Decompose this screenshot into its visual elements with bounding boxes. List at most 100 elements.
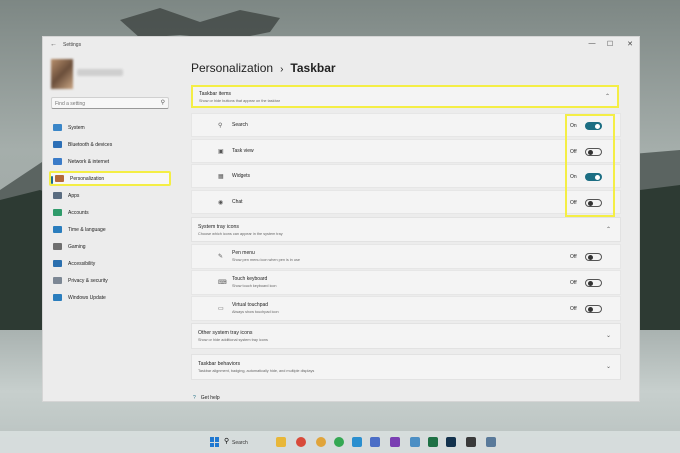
- close-button[interactable]: ✕: [625, 40, 635, 48]
- start-tile: [210, 437, 214, 442]
- chrome-icon-3[interactable]: [334, 437, 344, 447]
- section-subtitle: Choose which icons can appear in the sys…: [198, 232, 283, 236]
- sidebar-item-personalization[interactable]: Personalization: [49, 171, 171, 186]
- taskbar-behaviors-header[interactable]: Taskbar behaviors Taskbar alignment, bad…: [191, 354, 621, 380]
- wifi-icon: [53, 158, 62, 165]
- sidebar-item-accessibility[interactable]: Accessibility: [49, 256, 171, 271]
- pen-menu-icon: ✎: [218, 254, 224, 260]
- chrome-icon[interactable]: [296, 437, 306, 447]
- sidebar-item-bluetooth-devices[interactable]: Bluetooth & devices: [49, 137, 171, 152]
- toggle-knob: [588, 255, 593, 260]
- file-explorer-icon[interactable]: [276, 437, 286, 447]
- photoshop-icon[interactable]: [446, 437, 456, 447]
- taskbar-items-header[interactable]: Taskbar items Show or hide buttons that …: [191, 85, 619, 108]
- search-icon[interactable]: ⚲: [161, 99, 165, 106]
- taskbar-item-row-task-view: ▣ Task view Off: [191, 138, 621, 163]
- sidebar-item-label: Personalization: [70, 175, 105, 182]
- toggles-highlight: [565, 114, 615, 217]
- toggle-switch[interactable]: [585, 253, 602, 261]
- clock-globe-icon: [53, 226, 62, 233]
- toggle-switch[interactable]: [585, 279, 602, 287]
- shield-icon: [53, 277, 62, 284]
- section-subtitle: Show or hide additional system tray icon…: [198, 338, 268, 342]
- system-tray-header[interactable]: System tray icons Choose which icons can…: [191, 217, 621, 242]
- sidebar-item-privacy-security[interactable]: Privacy & security: [49, 273, 171, 288]
- taskbar-item-row-widgets: ▦ Widgets On: [191, 164, 621, 188]
- breadcrumb-separator: ›: [280, 64, 284, 75]
- sidebar-item-gaming[interactable]: Gaming: [49, 239, 171, 254]
- update-icon: [53, 294, 62, 301]
- section-subtitle: Taskbar alignment, badging, automaticall…: [198, 369, 315, 373]
- find-setting-search[interactable]: ⚲: [51, 97, 169, 109]
- sidebar-item-apps[interactable]: Apps: [49, 188, 171, 203]
- sidebar-item-label: Privacy & security: [68, 277, 108, 284]
- search-icon: ⚲: [218, 123, 223, 129]
- notepad-icon[interactable]: [410, 437, 420, 447]
- terminal-icon[interactable]: [466, 437, 476, 447]
- sidebar-item-time-language[interactable]: Time & language: [49, 222, 171, 237]
- chevron-up-icon[interactable]: ⌃: [605, 93, 610, 100]
- get-help-label: Get help: [200, 395, 220, 401]
- chevron-down-icon[interactable]: ⌄: [606, 332, 611, 339]
- minimize-button[interactable]: —: [587, 40, 597, 47]
- tray-row-virtual-touchpad: ▭ Virtual touchpad Always show touchpad ic…: [191, 296, 621, 321]
- system-icon: [53, 124, 62, 131]
- section-subtitle: Show or hide buttons that appear on the …: [199, 99, 281, 103]
- bluetooth-icon: [53, 141, 62, 148]
- section-title: Other system tray icons: [198, 330, 253, 336]
- photos-icon[interactable]: [370, 437, 380, 447]
- toggle-knob: [588, 281, 593, 286]
- sidebar-item-accounts[interactable]: Accounts: [49, 205, 171, 220]
- get-help-link[interactable]: ? Get help: [193, 395, 220, 401]
- row-description: Show pen menu icon when pen is in use: [232, 258, 300, 262]
- row-label: Search: [232, 122, 248, 128]
- onenote-icon[interactable]: [390, 437, 400, 447]
- toggle-knob: [588, 307, 593, 312]
- page-title: Taskbar: [290, 61, 336, 75]
- apps-icon: [53, 192, 62, 199]
- breadcrumb-parent[interactable]: Personalization: [191, 61, 273, 75]
- help-icon: ?: [193, 395, 196, 401]
- os-taskbar: ⚲ Search: [0, 431, 680, 453]
- search-input[interactable]: [55, 99, 155, 108]
- chevron-up-icon[interactable]: ⌃: [606, 226, 611, 233]
- taskbar-item-row-search: ⚲ Search On: [191, 113, 621, 137]
- taskbar-item-row-chat: ◉ Chat Off: [191, 189, 621, 214]
- breadcrumb: Personalization › Taskbar: [191, 61, 336, 75]
- active-indicator: [51, 176, 53, 184]
- sidebar-item-network-internet[interactable]: Network & internet: [49, 154, 171, 169]
- row-label: Touch keyboard: [232, 276, 268, 282]
- toggle-switch[interactable]: [585, 305, 602, 313]
- sidebar-item-label: Accounts: [68, 209, 89, 216]
- brush-icon: [55, 175, 64, 182]
- settings-icon[interactable]: [486, 437, 496, 447]
- toggle-state-label: Off: [570, 254, 577, 260]
- widgets-icon: ▦: [218, 174, 224, 180]
- sidebar-item-label: Apps: [68, 192, 80, 199]
- sidebar-item-label: Gaming: [68, 243, 86, 250]
- gaming-icon: [53, 243, 62, 250]
- avatar[interactable]: [51, 59, 73, 89]
- windows-start-icon[interactable]: [210, 437, 220, 447]
- sidebar-item-label: Network & internet: [68, 158, 110, 165]
- start-tile: [210, 442, 214, 447]
- maximize-button[interactable]: ☐: [605, 40, 615, 48]
- accessibility-icon: [53, 260, 62, 267]
- sidebar-item-label: Windows Update: [68, 294, 106, 301]
- row-label: Pen menu: [232, 250, 255, 256]
- chrome-icon-2[interactable]: [316, 437, 326, 447]
- tray-row-pen-menu: ✎ Pen menu Show pen menu icon when pen is …: [191, 244, 621, 269]
- start-tile: [215, 442, 219, 447]
- sidebar-item-windows-update[interactable]: Windows Update: [49, 290, 171, 305]
- other-tray-header[interactable]: Other system tray icons Show or hide add…: [191, 323, 621, 349]
- excel-icon[interactable]: [428, 437, 438, 447]
- tray-row-touch-keyboard: ⌨ Touch keyboard Show touch keyboard icon O…: [191, 270, 621, 295]
- task-view-icon: ▣: [218, 148, 224, 155]
- sidebar-item-system[interactable]: System: [49, 120, 171, 135]
- chevron-down-icon[interactable]: ⌄: [606, 363, 611, 370]
- edge-icon[interactable]: [352, 437, 362, 447]
- back-arrow-icon[interactable]: ←: [50, 41, 57, 48]
- sidebar-item-label: Accessibility: [68, 260, 96, 267]
- chat-icon: ◉: [218, 199, 224, 206]
- taskbar-search-label[interactable]: Search: [232, 440, 248, 446]
